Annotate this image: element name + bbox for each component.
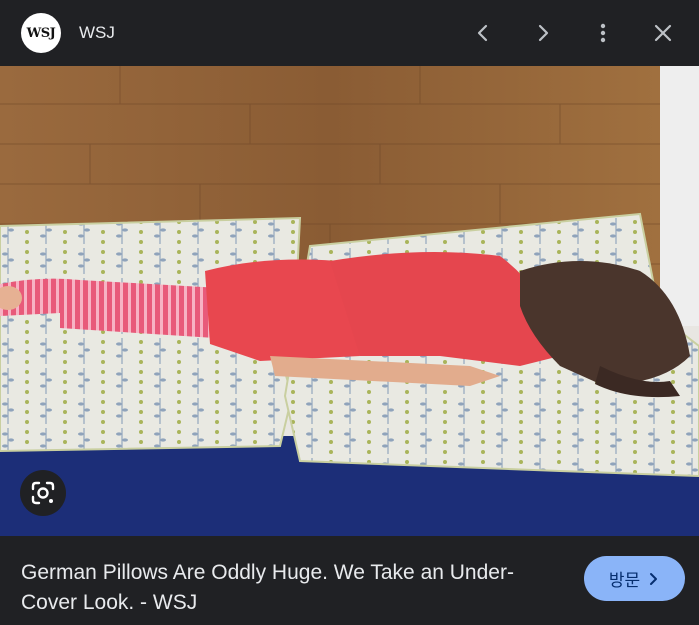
google-lens-icon (31, 481, 55, 505)
photo-girl-on-pillows (0, 66, 699, 536)
more-options-button[interactable] (579, 8, 627, 58)
visit-button-label: 방문 (608, 571, 641, 590)
close-button[interactable] (639, 8, 687, 58)
visit-button[interactable]: 방문 (584, 556, 685, 601)
source-logo-text: WSJ (26, 25, 56, 41)
header-actions (447, 8, 687, 58)
chevron-right-icon (538, 24, 549, 42)
chevron-right-icon (650, 572, 658, 585)
source-name[interactable]: WSJ (79, 23, 115, 43)
chevron-left-icon (477, 24, 488, 42)
result-title-link[interactable]: German Pillows Are Oddly Huge. We Take a… (21, 558, 566, 618)
source-logo[interactable]: WSJ (21, 13, 61, 53)
more-vert-icon (600, 23, 606, 43)
visual-search-button[interactable] (20, 470, 66, 516)
caption-bar: German Pillows Are Oddly Huge. We Take a… (0, 536, 699, 625)
image-viewer: WSJ WSJ German Pillows Are Oddly Huge. W… (0, 0, 699, 625)
previous-button[interactable] (459, 8, 507, 58)
close-icon (654, 24, 672, 42)
preview-image[interactable] (0, 66, 699, 536)
next-button[interactable] (519, 8, 567, 58)
viewer-header: WSJ WSJ (0, 0, 699, 66)
